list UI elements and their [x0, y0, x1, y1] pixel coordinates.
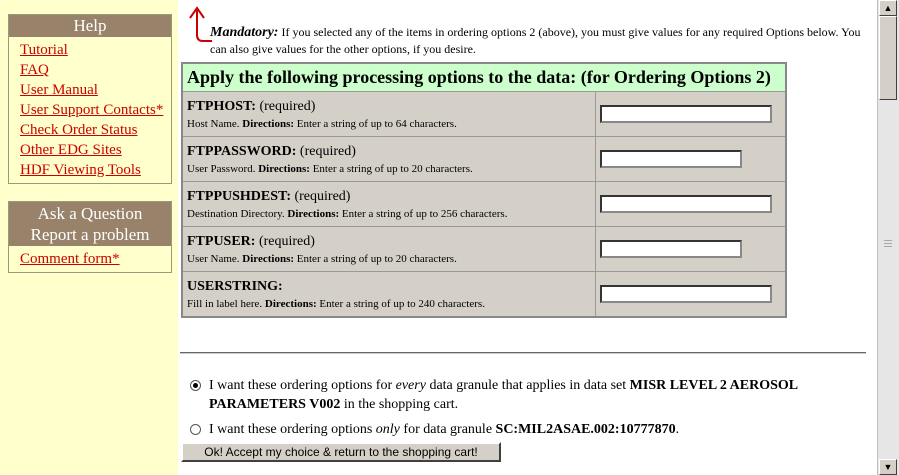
option-desc: Fill in label here. — [187, 297, 263, 310]
option-directions: Enter a string of up to 240 characters. — [319, 297, 485, 310]
option-required: (required) — [299, 143, 356, 159]
other-edg-sites-link[interactable]: Other EDG Sites — [20, 140, 171, 160]
option-name: FTPPUSHDEST: — [187, 188, 291, 204]
mandatory-note: Mandatory: If you selected any of the it… — [210, 24, 870, 58]
help-links: Tutorial FAQ User Manual User Support Co… — [9, 37, 171, 183]
directions-label: Directions: — [242, 252, 295, 265]
option-name: USERSTRING: — [187, 278, 283, 294]
ftppassword-input[interactable] — [600, 150, 742, 168]
only-granule-radio[interactable] — [190, 424, 201, 435]
ask-title-line2: Report a problem — [30, 225, 150, 244]
faq-link[interactable]: FAQ — [20, 60, 171, 80]
scroll-down-icon[interactable]: ▼ — [879, 459, 897, 475]
comment-form-link[interactable]: Comment form* — [20, 249, 171, 269]
ftphost-input[interactable] — [600, 105, 772, 123]
options-title: Apply the following processing options t… — [181, 62, 787, 92]
option-desc: Destination Directory. — [187, 207, 285, 220]
scroll-grip-icon: — — — — [884, 235, 892, 250]
user-support-contacts-link[interactable]: User Support Contacts* — [20, 100, 171, 120]
ask-title: Ask a Question Report a problem — [9, 202, 171, 246]
directions-label: Directions: — [264, 297, 317, 310]
accept-return-button[interactable]: Ok! Accept my choice & return to the sho… — [181, 442, 501, 462]
scroll-thumb[interactable] — [879, 16, 897, 100]
directions-label: Directions: — [258, 162, 310, 175]
ftppushdest-input[interactable] — [600, 195, 772, 213]
only-granule-label: I want these ordering options only for d… — [209, 422, 680, 437]
processing-options-table: Apply the following processing options t… — [181, 62, 787, 318]
choice-every-granule: I want these ordering options for every … — [190, 376, 870, 414]
help-title: Help — [9, 15, 171, 37]
ask-title-line1: Ask a Question — [37, 204, 143, 223]
every-granule-radio[interactable] — [190, 380, 201, 391]
up-arrow-icon — [189, 6, 212, 42]
tutorial-link[interactable]: Tutorial — [20, 40, 171, 60]
option-row-userstring: USERSTRING: Fill in label here. Directio… — [181, 271, 787, 318]
scroll-up-icon[interactable]: ▲ — [879, 0, 897, 16]
option-row-ftppushdest: FTPPUSHDEST: (required) Destination Dire… — [181, 181, 787, 227]
check-order-status-link[interactable]: Check Order Status — [20, 120, 171, 140]
user-manual-link[interactable]: User Manual — [20, 80, 171, 100]
option-desc: User Name. — [187, 252, 240, 265]
sidebar: Help Tutorial FAQ User Manual User Suppo… — [0, 0, 178, 475]
options-title-row: Apply the following processing options t… — [181, 62, 787, 92]
vertical-scrollbar[interactable]: ▲ — — — ▼ — [877, 0, 899, 475]
option-required: (required) — [258, 233, 315, 249]
help-box: Help Tutorial FAQ User Manual User Suppo… — [8, 14, 172, 184]
option-name: FTPPASSWORD: — [187, 143, 297, 159]
mandatory-label: Mandatory: — [210, 25, 279, 40]
option-required: (required) — [294, 188, 351, 204]
option-name: FTPUSER: — [187, 233, 256, 249]
hdf-viewing-tools-link[interactable]: HDF Viewing Tools — [20, 160, 171, 180]
separator — [180, 352, 866, 354]
mandatory-text: If you selected any of the items in orde… — [210, 25, 861, 56]
option-directions: Enter a string of up to 20 characters. — [296, 252, 457, 265]
main-content: Mandatory: If you selected any of the it… — [178, 0, 878, 475]
ask-box: Ask a Question Report a problem Comment … — [8, 201, 172, 273]
choice-only-granule: I want these ordering options only for d… — [190, 420, 870, 439]
option-name: FTPHOST: — [187, 98, 256, 114]
ask-links: Comment form* — [9, 246, 171, 272]
directions-label: Directions: — [242, 117, 295, 130]
option-row-ftphost: FTPHOST: (required) Host Name. Direction… — [181, 91, 787, 137]
ftpuser-input[interactable] — [600, 240, 742, 258]
every-granule-label: I want these ordering options for every … — [209, 378, 798, 412]
option-directions: Enter a string of up to 256 characters. — [341, 207, 508, 220]
option-row-ftpuser: FTPUSER: (required) User Name. Direction… — [181, 226, 787, 272]
option-desc: User Password. — [187, 162, 256, 175]
directions-label: Directions: — [287, 207, 340, 220]
option-directions: Enter a string of up to 20 characters. — [312, 162, 473, 175]
userstring-input[interactable] — [600, 285, 772, 303]
option-row-ftppassword: FTPPASSWORD: (required) User Password. D… — [181, 136, 787, 182]
option-directions: Enter a string of up to 64 characters. — [296, 117, 457, 130]
option-required: (required) — [259, 98, 316, 114]
option-desc: Host Name. — [187, 117, 240, 130]
